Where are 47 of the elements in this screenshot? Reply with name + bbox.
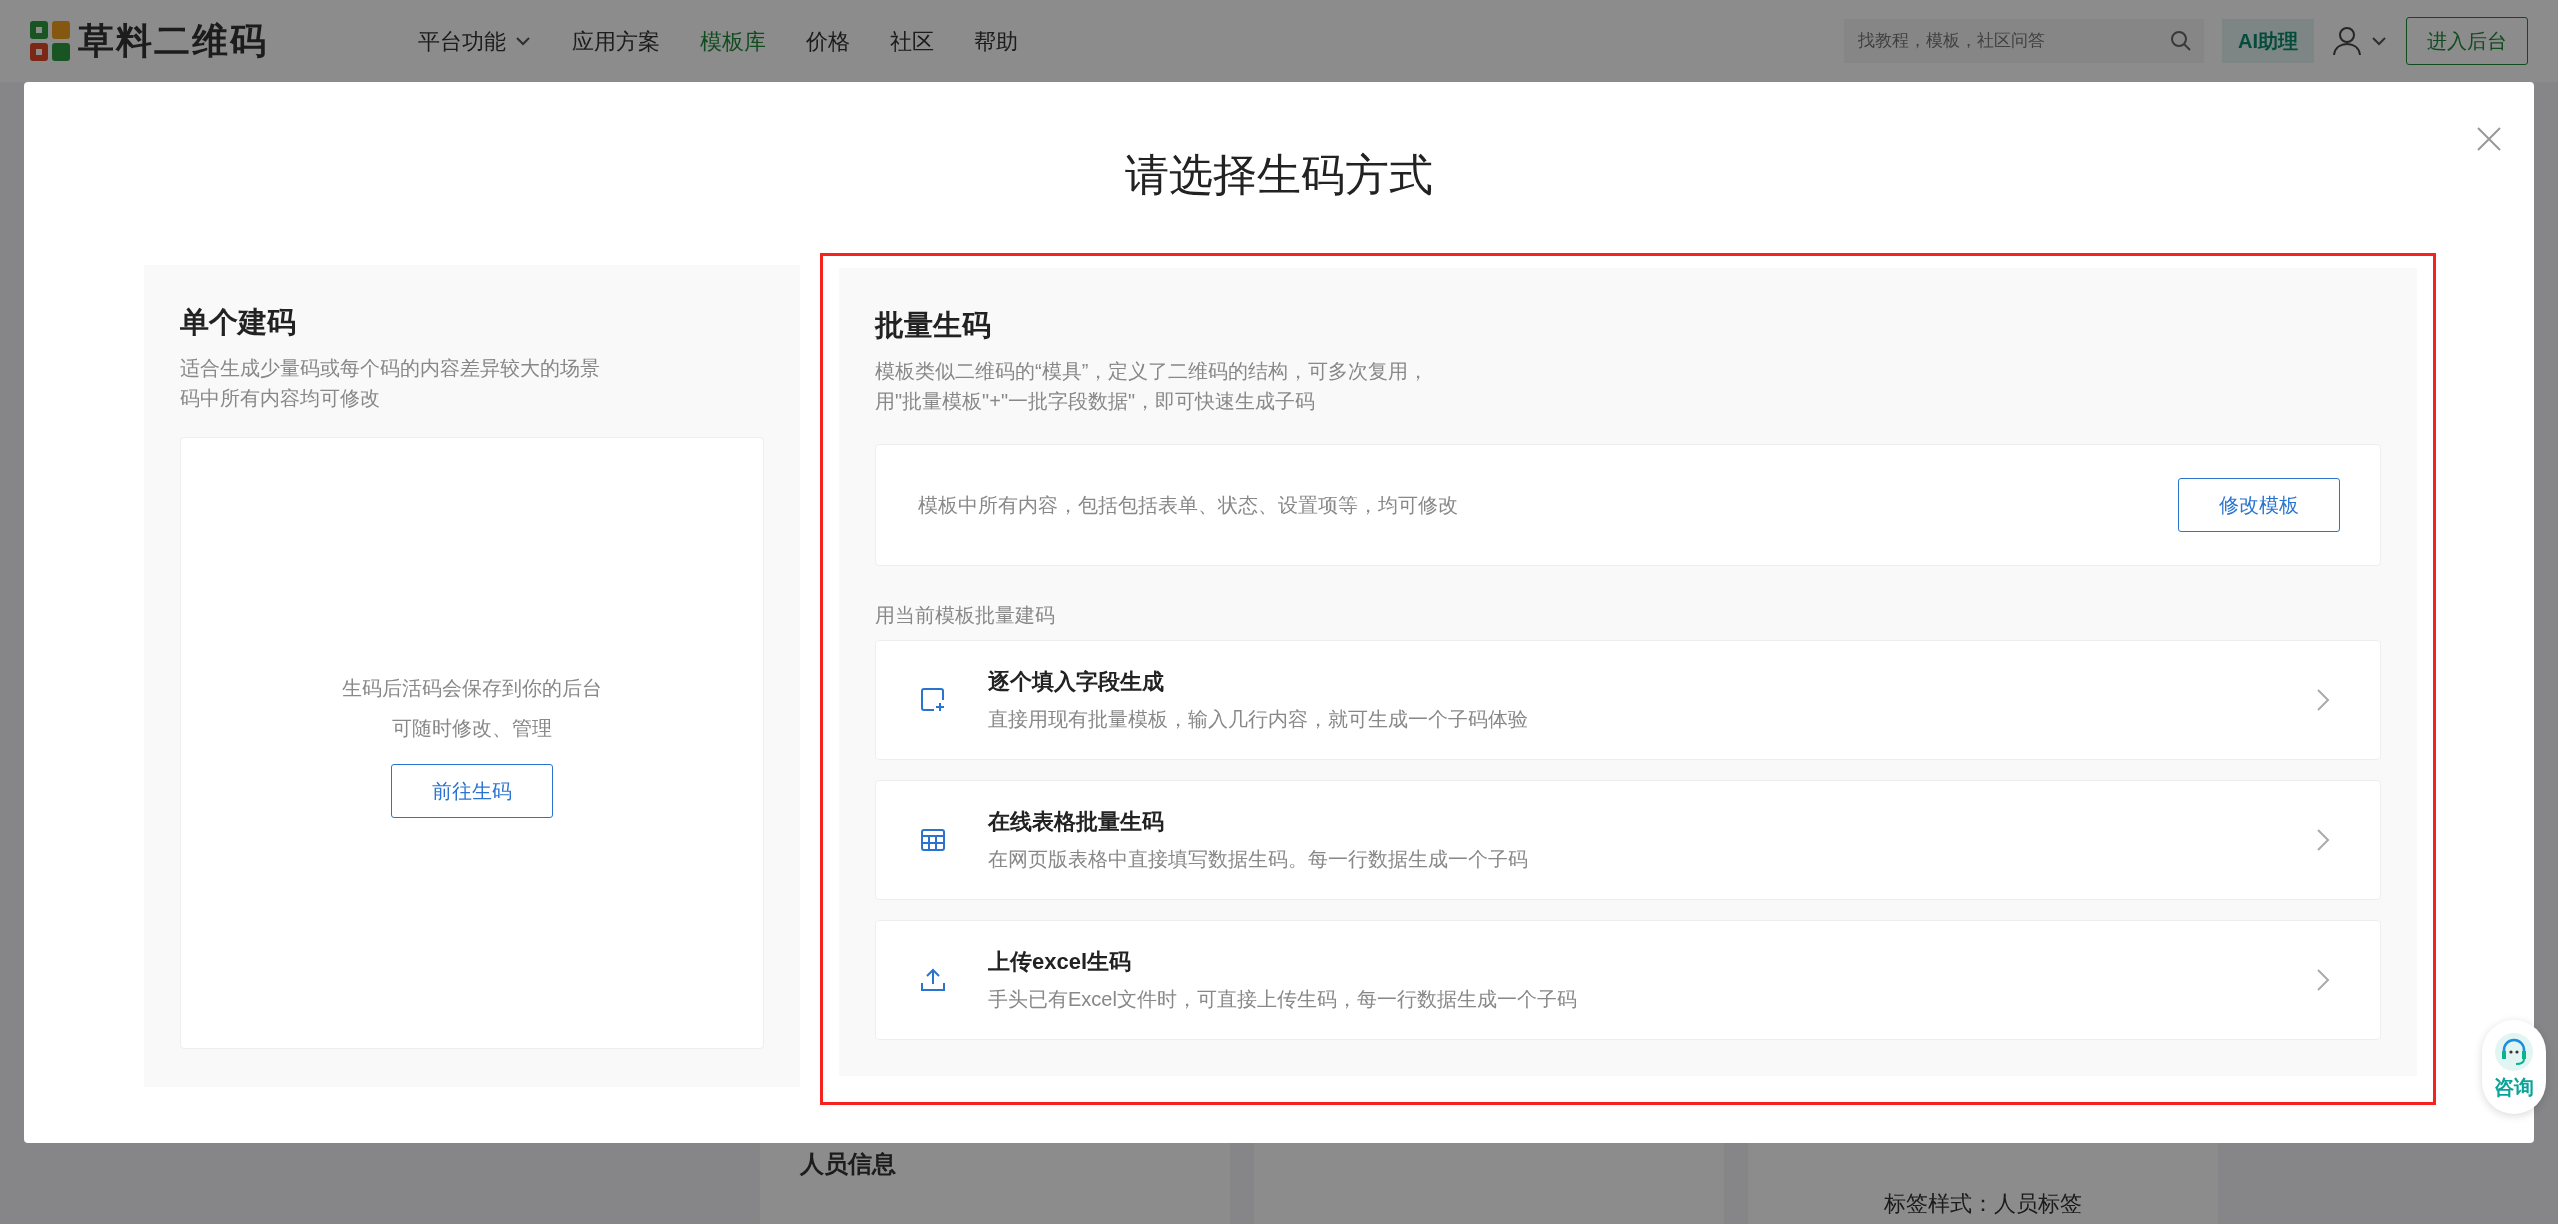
option-row[interactable]: 在线表格批量生码 在网页版表格中直接填写数据生码。每一行数据生成一个子码 [875,779,2381,900]
close-icon [2476,126,2502,152]
consult-button[interactable]: 咨询 [2482,1020,2546,1114]
panel-description: 适合生成少量码或每个码的内容差异较大的场景 [180,355,601,381]
panel-description: 用"批量模板"+"一批字段数据"，即可快速生成子码 [875,388,1317,414]
panel-title: 单个建码 [180,305,297,341]
search-field[interactable]: 找教程，模板，社区问答 [1844,19,2204,63]
chevron-right-icon [2316,967,2330,992]
edit-template-button[interactable]: 修改模板 [2178,477,2340,532]
panel-description: 模板类似二维码的“模具”，定义了二维码的结构，可多次复用， [875,358,1430,384]
go-generate-button[interactable]: 前往生码 [391,763,553,818]
chevron-right-icon [2316,687,2330,712]
option-title: 在线表格批量生码 [988,808,1165,837]
option-description: 直接用现有批量模板，输入几行内容，就可生成一个子码体验 [988,707,1529,733]
chevron-down-icon[interactable] [2370,34,2388,48]
nav-link[interactable]: 模板库 [700,24,766,58]
option-title: 上传excel生码 [988,948,1133,977]
upload-icon [920,966,946,993]
user-icon[interactable] [2332,26,2362,56]
ai-assistant-button[interactable]: AI助理 [2222,19,2314,63]
option-row[interactable]: 上传excel生码 手头已有Excel文件时，可直接上传生码，每一行数据生成一个子码 [875,919,2381,1040]
logo-text: 草料二维码 [78,19,268,63]
note-text: 可随时修改、管理 [392,715,552,741]
table-icon [920,826,946,853]
panel-title: 批量生码 [875,308,992,344]
headset-icon [2494,1032,2534,1072]
section-label: 用当前模板批量建码 [875,602,1056,628]
label-style-text: 标签样式：人员标签 [1884,1190,2082,1218]
panel-description: 码中所有内容均可修改 [180,385,381,411]
add-box-icon [920,686,946,713]
chevron-right-icon [2316,827,2330,852]
logo-icon [30,21,70,61]
nav-link[interactable]: 社区 [890,24,934,58]
dialog-title: 请选择生码方式 [1125,149,1433,201]
nav-link[interactable]: 价格 [806,24,850,58]
option-row[interactable]: 逐个填入字段生成 直接用现有批量模板，输入几行内容，就可生成一个子码体验 [875,639,2381,760]
card-title: 人员信息 [800,1149,897,1179]
nav-link[interactable]: 帮助 [974,24,1018,58]
option-title: 逐个填入字段生成 [988,668,1165,697]
note-text: 生码后活码会保存到你的后台 [342,675,602,701]
search-icon [2170,30,2192,52]
template-note: 模板中所有内容，包括包括表单、状态、设置项等，均可修改 [918,492,1458,518]
option-description: 在网页版表格中直接填写数据生码。每一行数据生成一个子码 [988,847,1529,873]
nav-link[interactable]: 应用方案 [572,24,660,58]
option-description: 手头已有Excel文件时，可直接上传生码，每一行数据生成一个子码 [988,987,1578,1013]
nav-link[interactable]: 平台功能 [418,24,532,58]
enter-console-button[interactable]: 进入后台 [2406,17,2528,65]
